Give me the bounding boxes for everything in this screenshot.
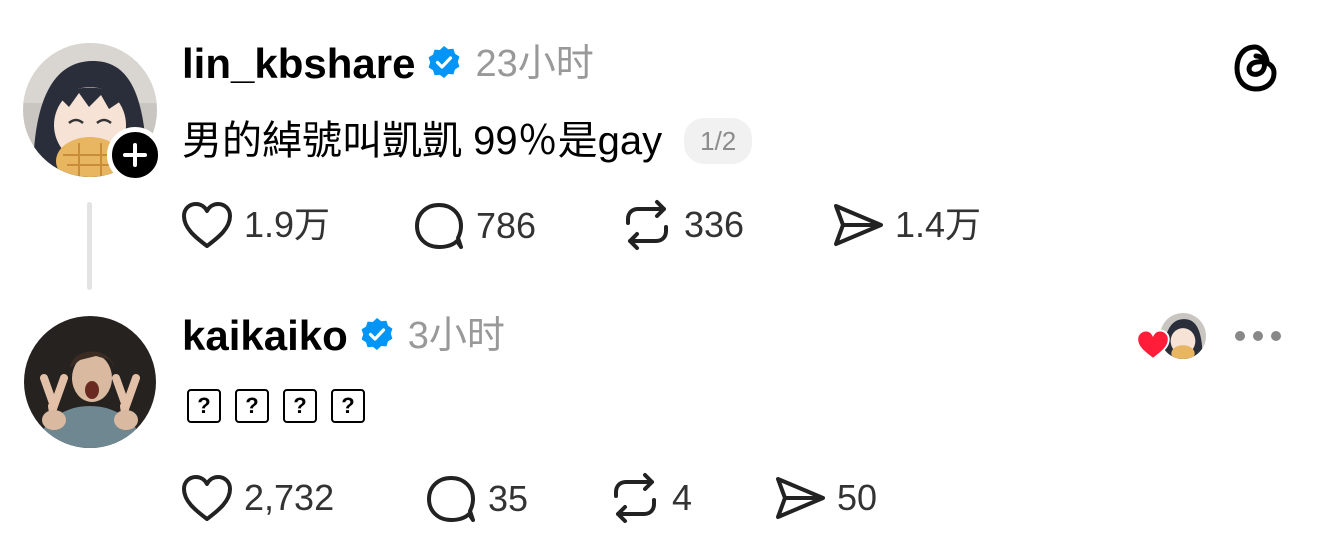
post1-share-count: 1.4万 — [895, 204, 982, 245]
more-icon — [1234, 329, 1282, 346]
share-icon — [773, 474, 827, 522]
post1-reply-count: 786 — [476, 205, 537, 246]
post2-like-count: 2,732 — [244, 477, 335, 518]
author-liked-indicator — [1136, 311, 1208, 363]
avatar-kaikaiko[interactable] — [24, 316, 156, 448]
comment-icon — [412, 201, 466, 251]
repost-icon — [608, 472, 662, 524]
post1-text: 男的綽號叫凱凱 99％是gay — [182, 119, 663, 163]
post2-repost-count: 4 — [672, 477, 693, 518]
verified-badge-icon — [427, 45, 461, 84]
liked-heart-icon — [1136, 329, 1170, 366]
comment-icon — [424, 474, 478, 524]
more-options-button[interactable] — [1234, 329, 1282, 347]
post2-header: kaikaiko 3小时 — [182, 314, 505, 358]
post1-share-button[interactable]: 1.4万 — [831, 201, 981, 249]
heart-icon — [180, 201, 234, 249]
share-icon — [831, 201, 885, 249]
post2-repost-button[interactable]: 4 — [608, 472, 692, 524]
missing-glyph-4: ? — [331, 389, 365, 423]
post2-body: ? ? ? ? — [187, 389, 379, 423]
post1-like-button[interactable]: 1.9万 — [180, 201, 330, 249]
post2-username[interactable]: kaikaiko — [182, 315, 348, 357]
missing-glyph-1: ? — [187, 389, 221, 423]
missing-glyph-3: ? — [283, 389, 317, 423]
post1-header: lin_kbshare 23小时 — [182, 42, 594, 86]
post1-repost-count: 336 — [684, 204, 745, 245]
verified-badge-icon — [360, 317, 394, 356]
threads-logo-icon[interactable] — [1229, 41, 1283, 100]
post1-timestamp: 23小时 — [475, 43, 594, 85]
missing-glyph-2: ? — [235, 389, 269, 423]
post2-share-count: 50 — [837, 477, 878, 518]
post1-reply-button[interactable]: 786 — [412, 201, 536, 251]
post2-timestamp: 3小时 — [407, 315, 505, 357]
follow-plus-icon[interactable] — [107, 127, 163, 183]
post1-body: 男的綽號叫凱凱 99％是gay 1/2 — [182, 118, 753, 164]
post2-reply-count: 35 — [488, 478, 529, 519]
post2-like-button[interactable]: 2,732 — [180, 474, 334, 522]
post1-username[interactable]: lin_kbshare — [182, 43, 415, 85]
repost-icon — [620, 199, 674, 251]
post1-page-indicator[interactable]: 1/2 — [684, 118, 753, 164]
post2-share-button[interactable]: 50 — [773, 474, 877, 522]
heart-icon — [180, 474, 234, 522]
post2-reply-button[interactable]: 35 — [424, 474, 528, 524]
post1-repost-button[interactable]: 336 — [620, 199, 744, 251]
post1-like-count: 1.9万 — [244, 204, 331, 245]
thread-connector-line — [87, 202, 92, 290]
